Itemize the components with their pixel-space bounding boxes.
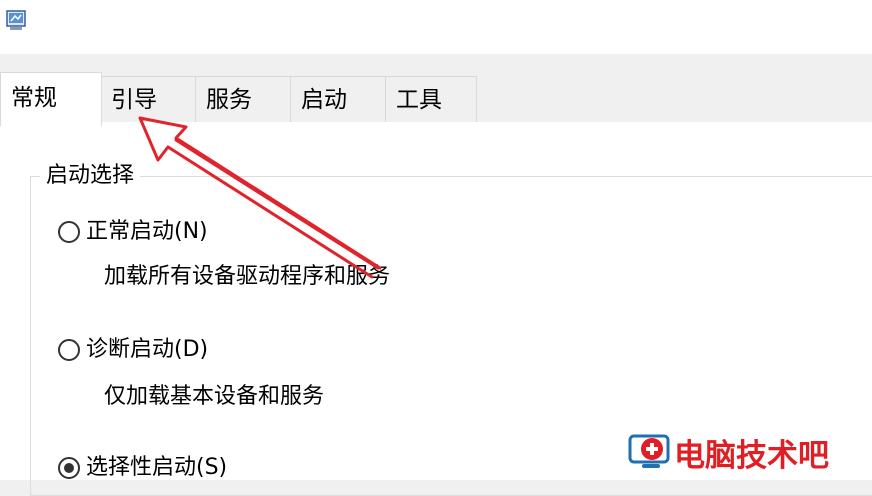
tab-general[interactable]: 常规	[0, 72, 102, 126]
diagnostic-startup-radio[interactable]	[58, 339, 80, 361]
monitor-plus-logo-icon	[628, 434, 670, 468]
tab-startup[interactable]: 启动	[290, 76, 386, 122]
selective-startup-label: 选择性启动(S)	[86, 455, 228, 480]
startup-selection-title: 启动选择	[40, 162, 141, 190]
watermark: 电脑技术吧	[628, 430, 829, 474]
tab-tools[interactable]: 工具	[385, 76, 477, 122]
selective-startup-radio[interactable]	[58, 457, 80, 479]
normal-startup-label: 正常启动(N)	[86, 219, 208, 244]
system-configuration-icon	[6, 10, 26, 30]
diagnostic-startup-description: 仅加载基本设备和服务	[104, 384, 325, 409]
diagnostic-startup-option[interactable]: 诊断启动(D)	[58, 335, 208, 365]
normal-startup-radio[interactable]	[58, 221, 80, 243]
normal-startup-description: 加载所有设备驱动程序和服务	[104, 264, 391, 289]
selective-startup-option[interactable]: 选择性启动(S)	[58, 453, 227, 483]
diagnostic-startup-label: 诊断启动(D)	[86, 337, 209, 362]
tab-services[interactable]: 服务	[195, 76, 291, 122]
title-bar	[0, 0, 872, 54]
normal-startup-option[interactable]: 正常启动(N)	[58, 217, 208, 247]
tab-boot[interactable]: 引导	[100, 76, 196, 122]
watermark-text: 电脑技术吧	[674, 437, 829, 474]
